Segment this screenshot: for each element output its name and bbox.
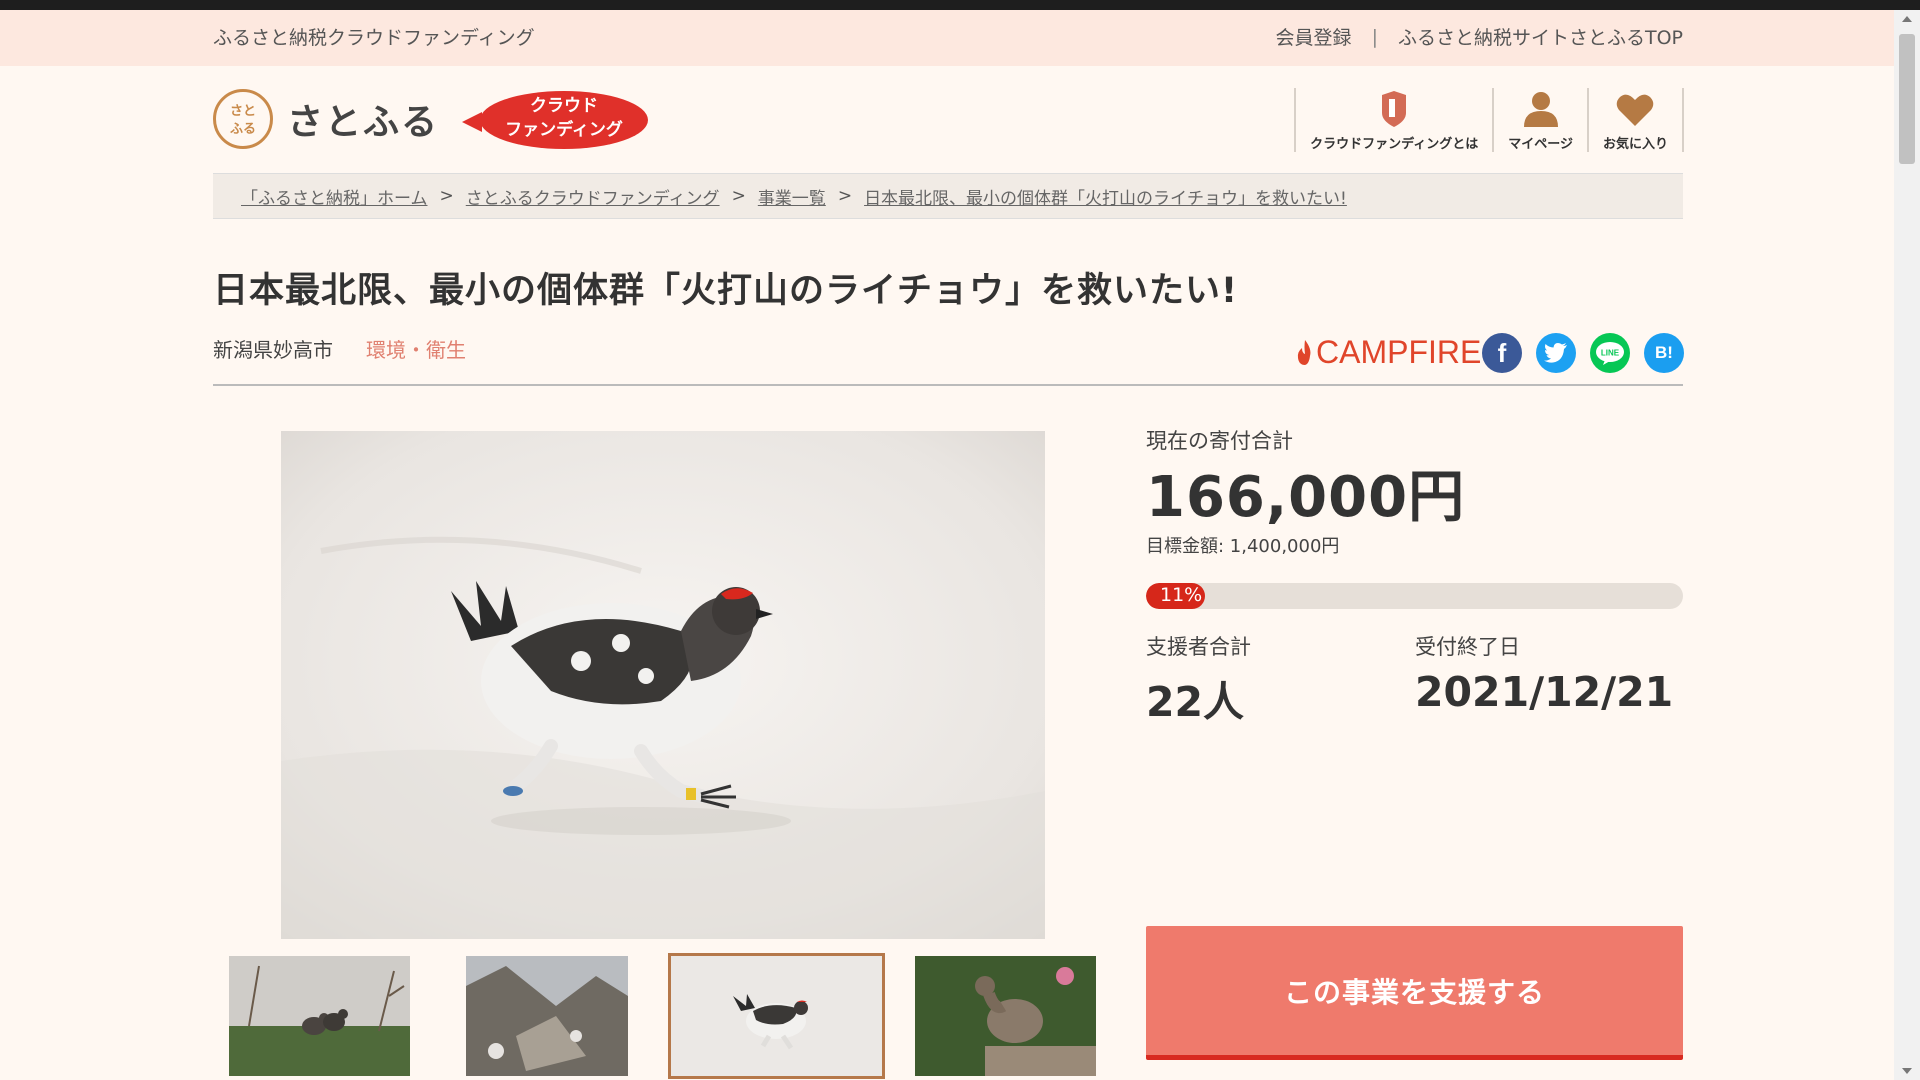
page-scrollbar[interactable] (1894, 10, 1920, 1080)
scrollbar-thumb[interactable] (1899, 34, 1915, 164)
campfire-logo[interactable]: CAMPFIRE (1296, 334, 1481, 371)
hatena-bookmark-button[interactable]: B! (1644, 333, 1684, 373)
thumbnail-photo-ptarmigan-brown (915, 956, 1096, 1076)
thumbnail-3-selected[interactable] (668, 953, 885, 1079)
svg-text:さと: さと (230, 104, 256, 119)
total-amount: 166,000円 (1146, 465, 1466, 530)
register-link[interactable]: 会員登録 (1276, 23, 1352, 50)
nav-label: お気に入り (1602, 137, 1668, 152)
logo-mark-svg: さと ふる (230, 104, 256, 137)
flame-icon (1297, 339, 1311, 365)
scroll-down-arrow-icon[interactable] (1902, 1068, 1912, 1074)
breadcrumb-home[interactable]: 「ふるさと納税」ホーム (241, 184, 428, 209)
deadline-date: 2021/12/21 (1415, 668, 1674, 716)
supporters-count: 22人 (1146, 678, 1245, 726)
facebook-icon: f (1497, 337, 1507, 368)
breadcrumb-separator: > (439, 186, 454, 206)
satofull-logo[interactable]: さと ふる さとふる (213, 86, 439, 152)
nav-mypage[interactable]: マイページ (1492, 88, 1587, 152)
logo-text: さとふる (287, 102, 440, 143)
ptarmigan-snow-photo (281, 431, 1045, 939)
thumbnail-photo-ptarmigan-snow (671, 956, 882, 1076)
nav-label: クラウドファンディングとは (1310, 137, 1479, 152)
line-icon: LINE (1596, 342, 1624, 365)
window-top-edge (0, 0, 1920, 10)
goal-amount: 目標金額: 1,400,000円 (1146, 536, 1340, 557)
top-links: 会員登録 | ふるさと納税サイトさとふるTOP (1276, 23, 1683, 50)
title-divider (213, 384, 1683, 386)
crowdfunding-badge[interactable]: クラウド ファンディング (460, 90, 650, 150)
supporters-label: 支援者合計 (1146, 635, 1251, 659)
breadcrumb-crowdfunding[interactable]: さとふるクラウドファンディング (466, 184, 720, 209)
total-label: 現在の寄付合計 (1146, 429, 1293, 453)
progress-percent: 11% (1160, 584, 1203, 606)
breadcrumb-current[interactable]: 日本最北限、最小の個体群「火打山のライチョウ」を救いたい! (864, 184, 1347, 209)
twitter-share-button[interactable] (1536, 333, 1576, 373)
support-project-button[interactable]: この事業を支援する (1146, 926, 1683, 1060)
line-share-button[interactable]: LINE (1590, 333, 1630, 373)
page-title: 日本最北限、最小の個体群「火打山のライチョウ」を救いたい! (213, 271, 1238, 311)
thumbnail-photo-mountain-rock (466, 956, 628, 1076)
badge-line1: クラウド (530, 96, 598, 116)
nav-favorites[interactable]: お気に入り (1586, 88, 1684, 152)
project-category[interactable]: 環境・衛生 (366, 334, 466, 363)
thumbnail-4[interactable] (915, 956, 1096, 1076)
thumbnail-2[interactable] (466, 956, 628, 1076)
nav-about-crowdfunding[interactable]: クラウドファンディングとは (1294, 88, 1492, 152)
twitter-bird-icon (1544, 343, 1567, 363)
svg-text:ふる: ふる (230, 122, 256, 137)
site-name: ふるさと納税クラウドファンディング (213, 27, 535, 49)
shield-book-icon (1382, 91, 1407, 127)
breadcrumb-separator: > (837, 186, 853, 206)
scroll-up-arrow-icon[interactable] (1902, 16, 1912, 22)
thumbnail-photo-pair-ptarmigans (229, 956, 410, 1076)
header-nav: クラウドファンディングとは マイページ お気に入り (1294, 88, 1684, 152)
line-label: LINE (1601, 349, 1620, 358)
nav-label: マイページ (1508, 137, 1573, 152)
satofull-top-link[interactable]: ふるさと納税サイトさとふるTOP (1398, 23, 1683, 50)
breadcrumb-project-list[interactable]: 事業一覧 (758, 184, 826, 209)
breadcrumb: 「ふるさと納税」ホーム > さとふるクラウドファンディング > 事業一覧 > 日… (213, 173, 1683, 219)
top-bar: ふるさと納税クラウドファンディング 会員登録 | ふるさと納税サイトさとふるTO… (0, 10, 1920, 66)
deadline-label: 受付終了日 (1415, 635, 1520, 659)
progress-bar: 11% (1146, 583, 1683, 609)
heart-icon (1617, 94, 1654, 126)
main-project-photo[interactable] (281, 431, 1045, 939)
logo-mark-icon: さと ふる (213, 89, 273, 149)
hatena-icon: B! (1655, 343, 1673, 362)
breadcrumb-separator: > (731, 186, 746, 206)
user-icon (1523, 92, 1558, 127)
facebook-share-button[interactable]: f (1482, 333, 1522, 373)
thumbnail-1[interactable] (229, 956, 410, 1076)
badge-line2: ファンディング (505, 120, 623, 140)
link-separator: | (1371, 25, 1378, 48)
project-location: 新潟県妙高市 (213, 338, 333, 362)
campfire-text: CAMPFIRE (1316, 334, 1482, 370)
